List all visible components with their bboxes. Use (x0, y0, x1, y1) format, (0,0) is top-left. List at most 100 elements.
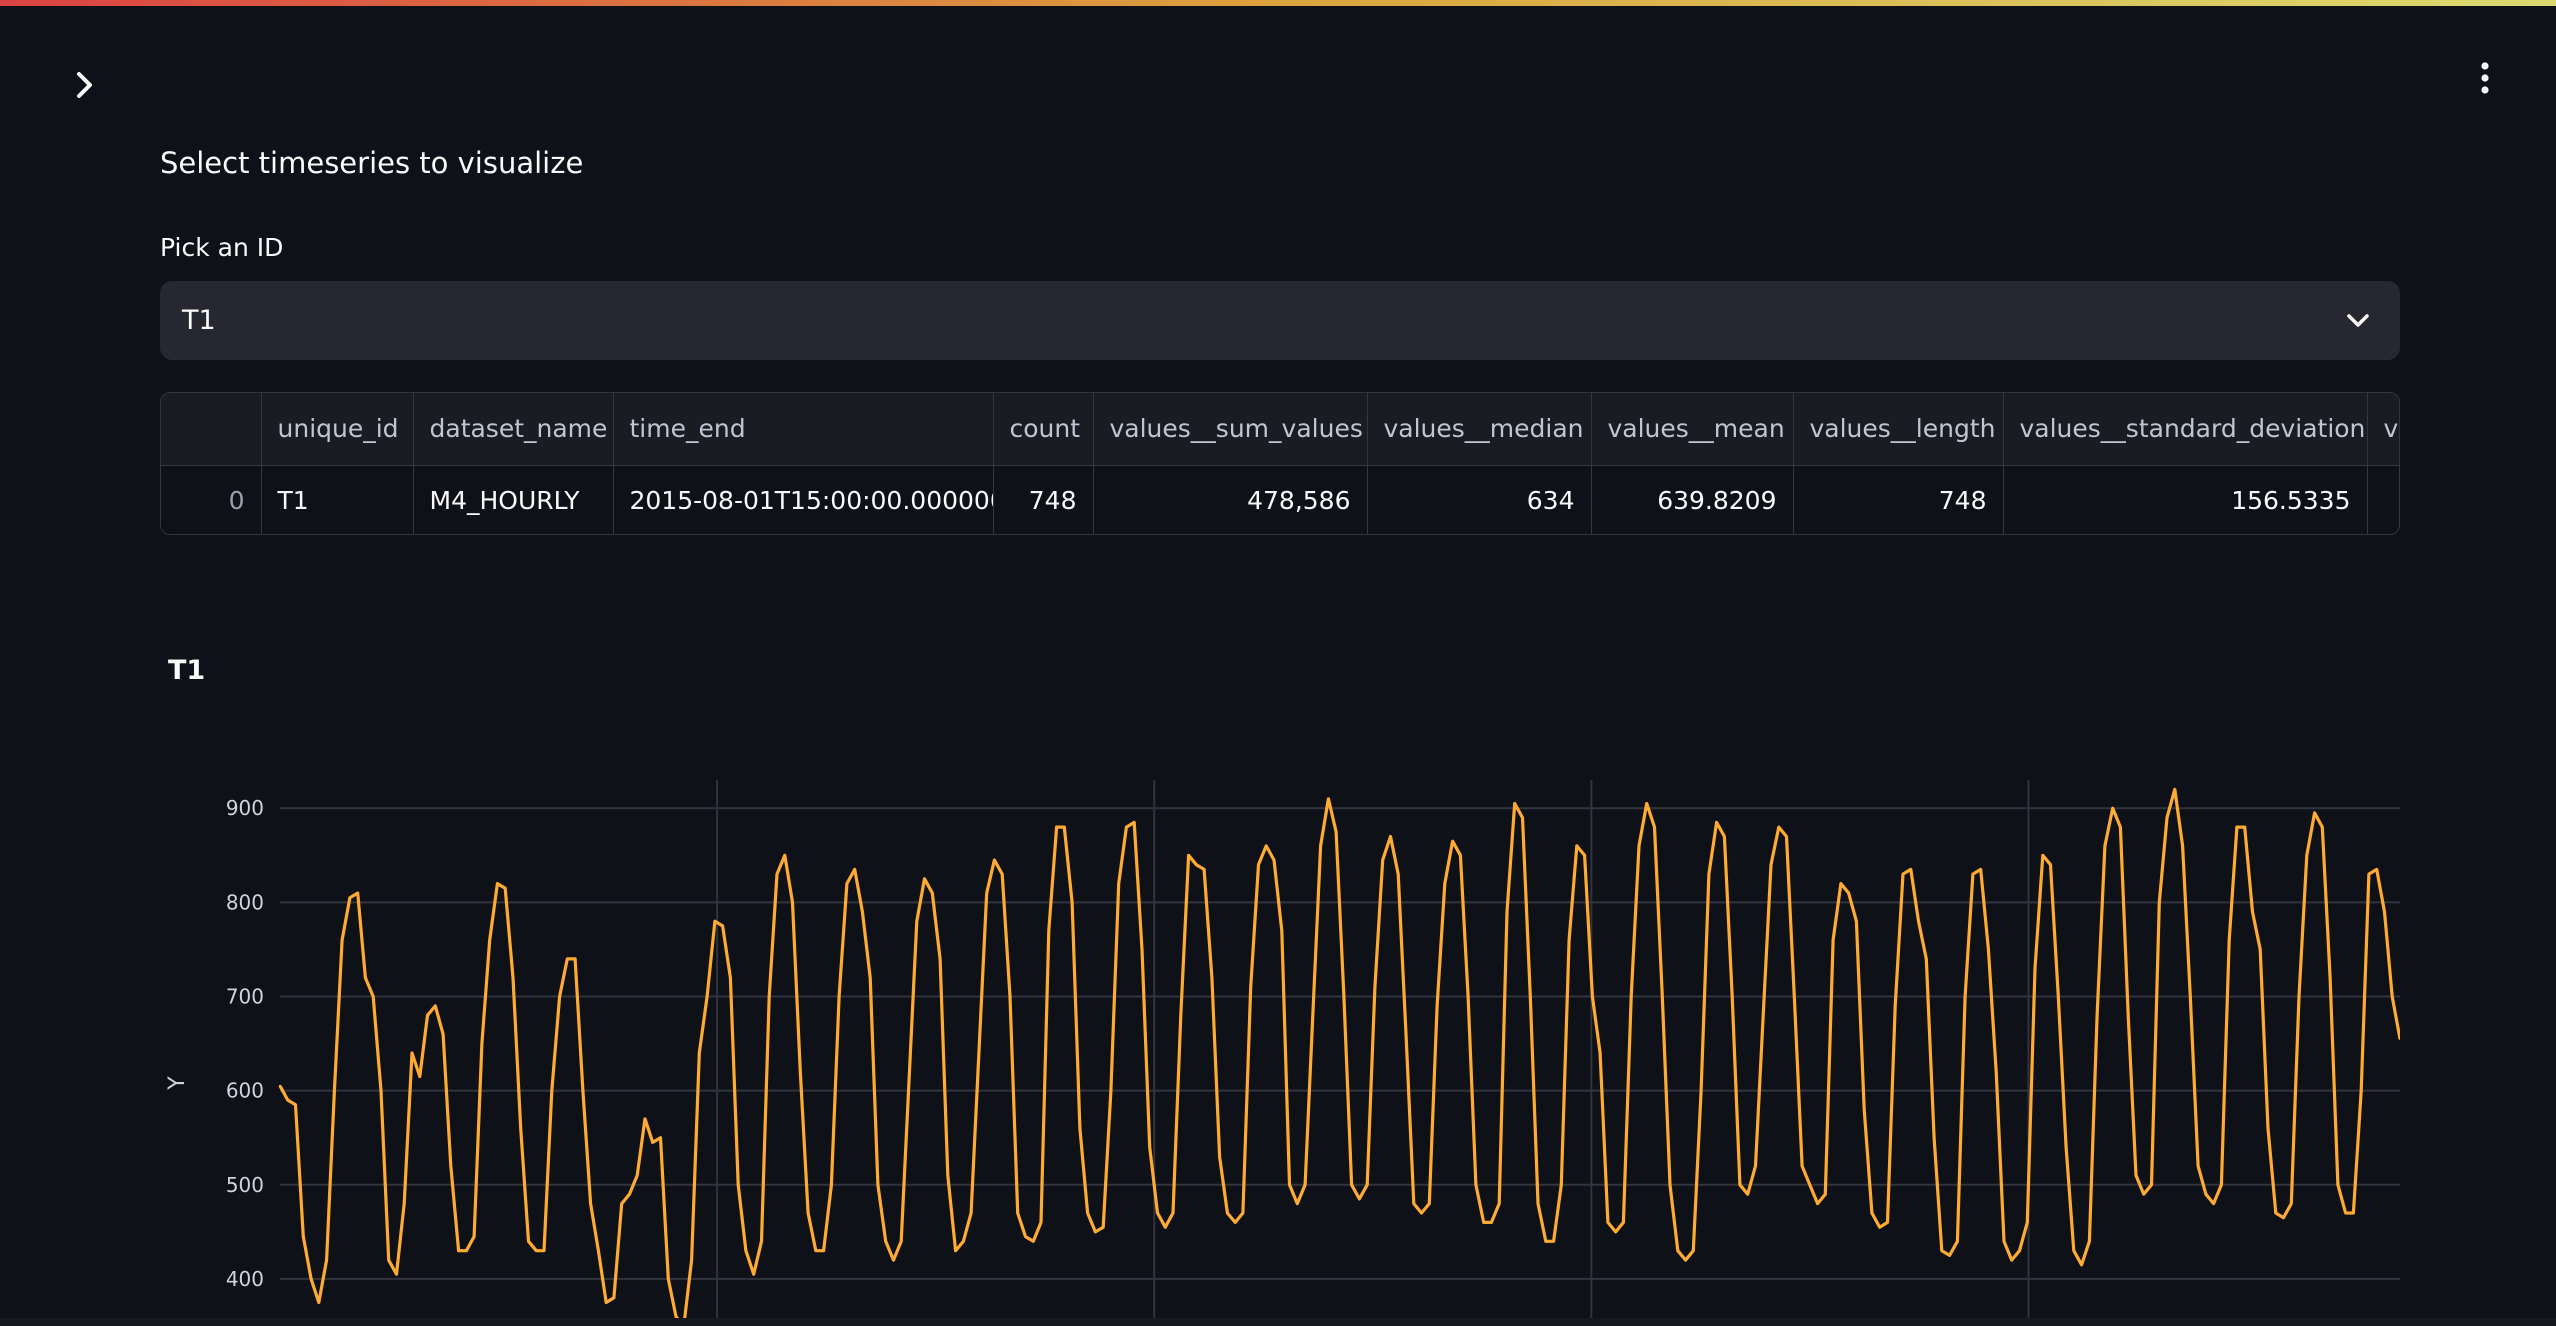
line-chart[interactable]: 400 500 600 700 800 900 Y (160, 760, 2400, 1326)
column-header-sum-values[interactable]: values__sum_values (1093, 393, 1368, 466)
y-tick-label: 400 (226, 1267, 264, 1291)
data-point (962, 1240, 965, 1243)
data-point (915, 920, 918, 923)
data-point (729, 976, 732, 979)
data-point (2119, 825, 2122, 829)
data-point (791, 901, 794, 904)
cell-standard-deviation[interactable]: 156.5335 (2003, 465, 2368, 534)
data-point (2127, 1014, 2130, 1017)
header-decoration-bar (0, 0, 2556, 6)
data-point (1513, 802, 1516, 805)
cell-unique-id[interactable]: T1 (261, 465, 414, 534)
cell-truncated[interactable] (2367, 465, 2399, 534)
data-point (542, 1249, 546, 1252)
dataframe[interactable]: unique_id dataset_name time_end count va… (160, 392, 2400, 535)
data-point (1249, 985, 1252, 989)
data-point (1156, 1211, 1159, 1215)
data-point (2297, 995, 2301, 998)
data-point (1490, 1221, 1493, 1224)
data-point (2002, 1240, 2006, 1243)
data-point (1226, 1211, 1229, 1215)
data-point (1466, 995, 1470, 998)
app-root: Select timeseries to visualize Pick an I… (0, 0, 2556, 1326)
data-point (1288, 1183, 1291, 1186)
data-point (372, 995, 375, 998)
data-point (923, 877, 926, 880)
data-point (1366, 1183, 1369, 1186)
data-point (605, 1301, 608, 1304)
data-point (1397, 872, 1400, 876)
data-point (2243, 825, 2246, 829)
sidebar-toggle-button[interactable] (60, 62, 110, 112)
table-row[interactable]: 0 T1 M4_HOURLY 2015-08-01T15:00:00.00000… (161, 465, 2399, 534)
data-point (519, 1127, 522, 1130)
column-header-mean[interactable]: values__mean (1591, 393, 1794, 466)
data-point (876, 1183, 880, 1186)
cell-length[interactable]: 748 (1793, 465, 2004, 534)
data-point (1940, 1249, 1944, 1252)
chart-svg[interactable]: 400 500 600 700 800 900 Y (160, 760, 2400, 1326)
y-axis-title: Y (165, 1076, 190, 1091)
data-point (1544, 1240, 1548, 1243)
column-header-length[interactable]: values__length (1793, 393, 2004, 466)
data-point (1699, 1089, 1703, 1092)
data-point (799, 1070, 802, 1073)
data-point (2336, 1183, 2340, 1186)
data-point (985, 891, 988, 895)
column-header-standard-deviation[interactable]: values__standard_deviation (2003, 393, 2368, 466)
cell-time-end[interactable]: 2015-08-01T15:00:00.000000Z (613, 465, 994, 534)
data-point (278, 1084, 282, 1088)
data-point (2228, 938, 2231, 942)
column-header-median[interactable]: values__median (1367, 393, 1592, 466)
cell-median[interactable]: 634 (1367, 465, 1592, 534)
data-point (426, 1014, 429, 1017)
cell-mean[interactable]: 639.8209 (1591, 465, 1794, 534)
data-point (418, 1075, 421, 1078)
cell-sum-values[interactable]: 478,586 (1093, 465, 1368, 534)
data-point (2352, 1211, 2355, 1215)
data-point (1296, 1202, 1299, 1205)
column-header-time-end[interactable]: time_end (613, 393, 994, 466)
data-point (1738, 1183, 1742, 1186)
chevron-right-icon (74, 71, 96, 103)
data-point (1133, 821, 1136, 824)
main-menu-button[interactable] (2460, 55, 2510, 105)
data-point (814, 1249, 817, 1252)
data-point (2212, 1202, 2215, 1205)
column-header-unique-id[interactable]: unique_id (261, 393, 414, 466)
column-header-dataset-name[interactable]: dataset_name (413, 393, 614, 466)
data-point (1334, 830, 1338, 833)
data-point (1443, 882, 1447, 885)
data-point (1777, 825, 1781, 829)
data-point (636, 1174, 639, 1177)
data-point (1179, 1014, 1182, 1017)
column-header-truncated[interactable]: v (2367, 393, 2399, 466)
data-point (1171, 1211, 1175, 1215)
data-point (1731, 995, 1734, 998)
id-selectbox[interactable]: T1 (160, 281, 2400, 360)
data-point (2010, 1258, 2013, 1262)
data-point (1164, 1226, 1167, 1229)
data-point (1878, 1226, 1881, 1229)
data-point (286, 1098, 289, 1102)
data-point (1793, 995, 1796, 998)
data-point (884, 1240, 887, 1243)
data-point (1125, 825, 1128, 829)
column-header-count[interactable]: count (993, 393, 1094, 466)
data-point (900, 1240, 903, 1243)
data-point (2328, 976, 2332, 979)
cell-count[interactable]: 748 (993, 465, 1094, 534)
data-point (1824, 1193, 1827, 1196)
data-point (1653, 825, 1656, 829)
select-label: Pick an ID (160, 233, 284, 262)
data-point (1032, 1240, 1035, 1243)
chart-title: T1 (168, 655, 206, 686)
data-point (1863, 1108, 1866, 1111)
cell-dataset-name[interactable]: M4_HOURLY (413, 465, 614, 534)
data-point (2064, 1145, 2068, 1149)
data-point (1195, 863, 1198, 866)
data-point (1218, 1155, 1221, 1158)
data-point (441, 1033, 445, 1036)
data-point (1583, 854, 1586, 857)
data-point (954, 1249, 957, 1252)
